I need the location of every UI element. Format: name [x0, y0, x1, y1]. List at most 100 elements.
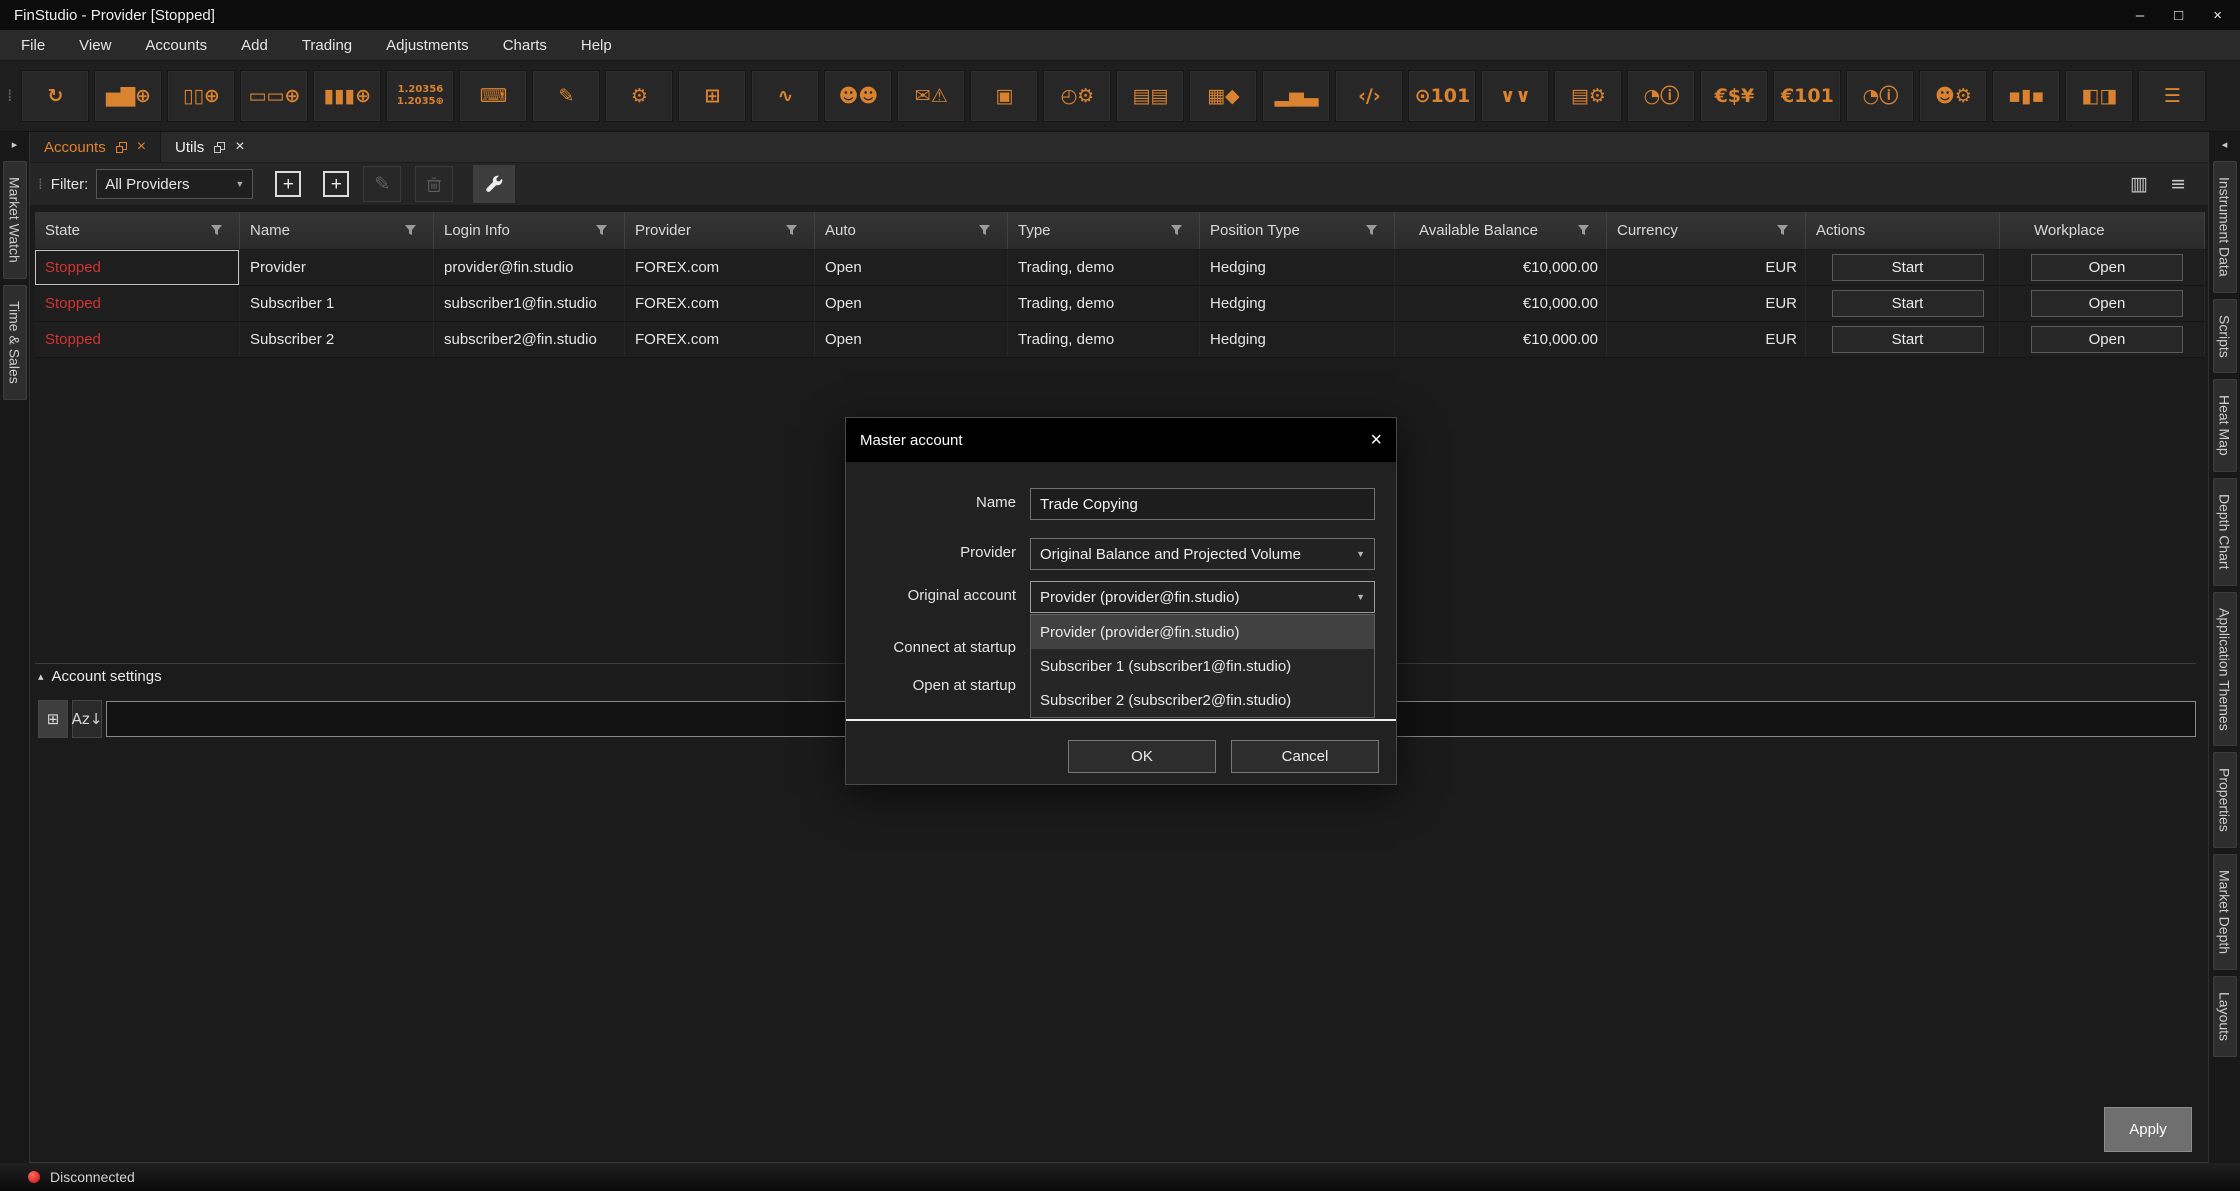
toolbar-button-event-log[interactable]: ☰: [2138, 70, 2206, 122]
dropdown-option-subscriber-1[interactable]: Subscriber 1 (subscriber1@fin.studio): [1031, 649, 1374, 683]
tab-utils[interactable]: Utils ×: [161, 132, 259, 162]
cancel-button[interactable]: Cancel: [1231, 740, 1379, 773]
toolbar-button-order-notes[interactable]: ✎: [532, 70, 600, 122]
toolbar-button-window-manager[interactable]: ⊞: [678, 70, 746, 122]
toolbar-button-network-accounts[interactable]: ☻☻: [824, 70, 892, 122]
expand-right-panel-arrow-icon[interactable]: ◂: [2209, 132, 2240, 161]
state-cell[interactable]: Stopped: [35, 286, 240, 321]
collapse-arrow-icon[interactable]: ▴: [38, 670, 44, 683]
toolbar-button-statements[interactable]: ▤▤: [1116, 70, 1184, 122]
column-header-available-balance[interactable]: Available Balance: [1395, 212, 1607, 249]
maximize-button[interactable]: □: [2174, 8, 2183, 23]
menu-adjustments[interactable]: Adjustments: [369, 37, 486, 54]
toolbar-button-new-columns-view[interactable]: ▮▮▮⊕: [313, 70, 381, 122]
toolbar-button-scheduler[interactable]: ◴⚙: [1043, 70, 1111, 122]
toolbar-button-trading-keyboard[interactable]: ⌨: [459, 70, 527, 122]
toolbar-button-restore-accounts[interactable]: ↻: [21, 70, 89, 122]
sidebar-tab-depth-chart[interactable]: Depth Chart: [2213, 478, 2237, 585]
close-tab-icon[interactable]: ×: [235, 139, 244, 155]
table-row[interactable]: Stopped Subscriber 2 subscriber2@fin.stu…: [35, 322, 2205, 358]
column-header-name[interactable]: Name: [240, 212, 434, 249]
group-rows-icon[interactable]: ≡: [2170, 173, 2186, 195]
close-tab-icon[interactable]: ×: [137, 139, 146, 155]
dialog-title-bar[interactable]: Master account ×: [846, 418, 1396, 462]
open-workplace-button[interactable]: Open: [2031, 254, 2183, 281]
filter-funnel-icon[interactable]: [404, 224, 417, 237]
popout-window-icon[interactable]: [213, 141, 226, 154]
toolbar-button-code-editor[interactable]: ‹/›: [1335, 70, 1403, 122]
toolbar-button-new-quote-board[interactable]: 1.20356 1.2035⊕: [386, 70, 454, 122]
sidebar-tab-scripts[interactable]: Scripts: [2213, 299, 2237, 374]
sidebar-tab-instrument-data[interactable]: Instrument Data: [2213, 161, 2237, 293]
alphabetical-sort-button[interactable]: Az↓: [72, 700, 102, 738]
sidebar-tab-market-depth[interactable]: Market Depth: [2213, 854, 2237, 970]
tab-accounts[interactable]: Accounts ×: [30, 132, 161, 162]
toolbar-button-portfolio[interactable]: ▦◆: [1189, 70, 1257, 122]
filter-funnel-icon[interactable]: [1776, 224, 1789, 237]
provider-select[interactable]: Original Balance and Projected Volume ▼: [1030, 538, 1375, 570]
toolbar-grip[interactable]: ⁞: [7, 86, 12, 106]
original-account-select[interactable]: Provider (provider@fin.studio) ▼: [1030, 581, 1375, 613]
toolbar-button-new-chart[interactable]: ▅▇⊕: [94, 70, 162, 122]
ok-button[interactable]: OK: [1068, 740, 1216, 773]
menu-view[interactable]: View: [62, 37, 128, 54]
sidebar-tab-market-watch[interactable]: Market Watch: [3, 161, 27, 279]
toolbar-button-task-checklist[interactable]: ▤⚙: [1554, 70, 1622, 122]
column-header-currency[interactable]: Currency: [1607, 212, 1806, 249]
provider-filter-select[interactable]: All Providers ▼: [96, 169, 253, 199]
apply-button[interactable]: Apply: [2104, 1107, 2192, 1152]
toolbar-button-new-workspace[interactable]: ▭▭⊕: [240, 70, 308, 122]
toolbar-button-automation-chip[interactable]: ▣: [970, 70, 1038, 122]
column-header-position-type[interactable]: Position Type: [1200, 212, 1395, 249]
add-master-account-button[interactable]: +: [323, 171, 349, 197]
table-row[interactable]: Stopped Subscriber 1 subscriber1@fin.stu…: [35, 286, 2205, 322]
edit-account-button[interactable]: ✎: [363, 166, 401, 202]
column-header-login-info[interactable]: Login Info: [434, 212, 625, 249]
filter-funnel-icon[interactable]: [210, 224, 223, 237]
sidebar-tab-time-and-sales[interactable]: Time & Sales: [3, 285, 27, 400]
menu-add[interactable]: Add: [224, 37, 285, 54]
toolbar-button-session-timer[interactable]: ◔ⓘ: [1627, 70, 1695, 122]
menu-help[interactable]: Help: [564, 37, 629, 54]
add-account-button[interactable]: +: [275, 171, 301, 197]
table-row[interactable]: Stopped Provider provider@fin.studio FOR…: [35, 250, 2205, 286]
toolbar-button-currency-data[interactable]: €101: [1773, 70, 1841, 122]
account-tools-button[interactable]: [473, 165, 515, 203]
open-workplace-button[interactable]: Open: [2031, 326, 2183, 353]
expand-left-panel-arrow-icon[interactable]: ▸: [0, 132, 29, 161]
column-chooser-icon[interactable]: ▥: [2130, 173, 2148, 195]
sidebar-tab-heat-map[interactable]: Heat Map: [2213, 379, 2237, 472]
toolbar-button-data-search[interactable]: ⊙101: [1408, 70, 1476, 122]
toolbar-button-analytics-chart[interactable]: ∿: [751, 70, 819, 122]
column-header-state[interactable]: State: [35, 212, 240, 249]
menu-trading[interactable]: Trading: [285, 37, 369, 54]
state-cell[interactable]: Stopped: [35, 250, 240, 285]
column-header-workplace[interactable]: Workplace: [2000, 212, 2205, 249]
filter-funnel-icon[interactable]: [785, 224, 798, 237]
delete-account-button[interactable]: [415, 166, 453, 202]
minimize-button[interactable]: –: [2136, 8, 2144, 23]
menu-file[interactable]: File: [4, 37, 62, 54]
sidebar-tab-properties[interactable]: Properties: [2213, 752, 2237, 848]
close-button[interactable]: ×: [2213, 8, 2222, 23]
column-header-auto[interactable]: Auto: [815, 212, 1008, 249]
column-header-type[interactable]: Type: [1008, 212, 1200, 249]
dropdown-option-subscriber-2[interactable]: Subscriber 2 (subscriber2@fin.studio): [1031, 683, 1374, 717]
toolbar-button-new-layout[interactable]: ▯▯⊕: [167, 70, 235, 122]
name-input[interactable]: [1030, 488, 1375, 520]
start-button[interactable]: Start: [1832, 290, 1984, 317]
filter-funnel-icon[interactable]: [978, 224, 991, 237]
open-workplace-button[interactable]: Open: [2031, 290, 2183, 317]
sidebar-tab-application-themes[interactable]: Application Themes: [2213, 592, 2237, 747]
toolbar-button-time-info[interactable]: ◔ⓘ: [1846, 70, 1914, 122]
toolbar-button-notifications[interactable]: ✉⚠: [897, 70, 965, 122]
toolbar-button-market-analysis[interactable]: ▂▅▃: [1262, 70, 1330, 122]
filter-funnel-icon[interactable]: [1170, 224, 1183, 237]
menu-accounts[interactable]: Accounts: [128, 37, 224, 54]
filter-funnel-icon[interactable]: [1365, 224, 1378, 237]
dropdown-option-provider[interactable]: Provider (provider@fin.studio): [1031, 615, 1374, 649]
toolbar-button-chart-compare[interactable]: ∨∨: [1481, 70, 1549, 122]
toolbar-grip[interactable]: ⁞: [38, 175, 43, 193]
categorized-view-button[interactable]: ⊞: [38, 700, 68, 738]
toolbar-button-workspace-grid[interactable]: ◧◨: [2065, 70, 2133, 122]
